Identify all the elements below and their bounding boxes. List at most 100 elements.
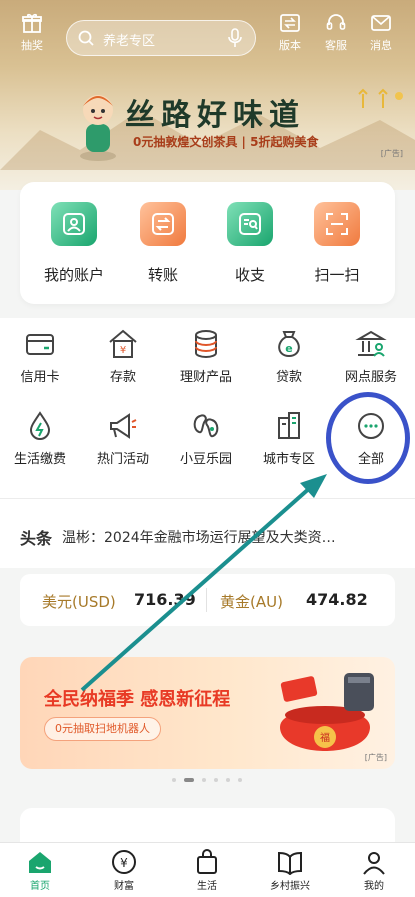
quick-action-label: 扫一扫: [314, 266, 360, 284]
headline-text: 温彬：2024年金融市场运行展望及大类资…: [62, 530, 336, 546]
nav-label: 生活: [197, 881, 217, 892]
service-label: 网点服务: [344, 370, 397, 385]
loan-icon: e: [278, 331, 300, 358]
lottery-label: 抽奖: [21, 39, 43, 52]
mail-icon: [371, 15, 391, 31]
banner-slogan: 丝路好味道: [125, 98, 305, 133]
lucky-bag-illustration: 福: [280, 673, 374, 751]
switch-version-icon: [280, 14, 300, 32]
profile-icon: [363, 852, 385, 875]
search-input[interactable]: 养老专区: [66, 20, 256, 56]
carousel-dot: [184, 778, 194, 782]
service-credit-card[interactable]: 信用卡: [0, 328, 80, 385]
promo-button[interactable]: 0元抽取扫地机器人: [44, 717, 161, 741]
nav-label: 首页: [30, 881, 50, 892]
service-wealth-product[interactable]: 理财产品: [166, 328, 246, 385]
nav-life[interactable]: 生活: [167, 849, 247, 892]
usd-value: 716.39: [134, 590, 196, 609]
service-loan[interactable]: e 贷款: [249, 328, 329, 385]
banner-subtitle: 0元抽敦煌文创茶具 | 5折起购美食: [133, 135, 319, 149]
lottery-button[interactable]: 抽奖: [12, 10, 52, 53]
account-icon: [51, 202, 97, 246]
nav-wealth[interactable]: ¥ 财富: [84, 849, 164, 892]
top-banner[interactable]: 抽奖 养老专区 版本 客服 消息 丝路好味道 0元抽敦煌文创茶具 | 5折起购美…: [0, 0, 415, 190]
scan-icon: [314, 202, 360, 246]
quick-action-label: 转账: [147, 266, 178, 284]
service-branch[interactable]: 网点服务: [331, 328, 411, 385]
service-hot-activities[interactable]: 热门活动: [83, 410, 163, 467]
headline-tag: 头条: [20, 529, 53, 548]
carousel-dot: [226, 778, 230, 782]
transfer-icon: [140, 202, 186, 246]
headline-news[interactable]: 头条 温彬：2024年金融市场运行展望及大类资…: [0, 498, 415, 568]
version-label: 版本: [279, 39, 301, 52]
banner-ad-text: 广告: [383, 149, 400, 158]
city-icon: [278, 412, 300, 439]
service-label: 存款: [109, 370, 136, 385]
branch-service-icon: [355, 330, 387, 357]
promo-ad-tag: [广告]: [364, 753, 387, 762]
gold-label: 黄金(AU): [220, 593, 283, 611]
svg-text:e: e: [285, 342, 292, 355]
service-city-zone[interactable]: 城市专区: [249, 410, 329, 467]
shopping-bag-icon: [197, 849, 217, 874]
microphone-icon[interactable]: [227, 28, 243, 48]
quick-action-scan[interactable]: 扫一扫: [297, 202, 377, 285]
svg-text:¥: ¥: [120, 345, 126, 356]
top-toolbar: 抽奖 养老专区 版本 客服 消息: [0, 10, 415, 58]
quick-action-label: 收支: [234, 266, 265, 284]
quick-action-transfer[interactable]: 转账: [123, 202, 203, 285]
quick-action-income-expense[interactable]: 收支: [210, 202, 290, 285]
carousel-dot: [172, 778, 176, 782]
carousel-dot: [238, 778, 242, 782]
highlight-circle: [326, 392, 410, 484]
book-icon: [278, 851, 302, 875]
search-icon: [78, 30, 94, 46]
carousel-dot: [202, 778, 206, 782]
service-label: 客服: [325, 39, 347, 52]
bean-park-icon: [193, 414, 219, 438]
nav-label: 我的: [364, 881, 384, 892]
nav-rural[interactable]: 乡村振兴: [250, 849, 330, 892]
nav-profile[interactable]: 我的: [334, 849, 414, 892]
customer-service-button[interactable]: 客服: [316, 10, 356, 53]
message-button[interactable]: 消息: [361, 10, 401, 53]
home-icon: [29, 852, 51, 873]
quick-actions-card: 我的账户 转账 收支 扫一扫: [20, 182, 395, 304]
usd-label: 美元(USD): [42, 593, 116, 611]
service-label: 信用卡: [20, 370, 60, 385]
promo-ad-text: 广告: [367, 753, 384, 762]
promo-banner[interactable]: 全民纳福季 感恩新征程 0元抽取扫地机器人 福 [广告]: [20, 657, 395, 769]
service-label: 热门活动: [96, 452, 149, 467]
service-label: 生活缴费: [13, 452, 66, 467]
banner-ad-tag: [广告]: [380, 149, 403, 158]
service-label: 贷款: [275, 370, 302, 385]
svg-text:福: 福: [320, 731, 330, 744]
mascot-illustration: [80, 95, 116, 161]
wealth-product-icon: [195, 330, 217, 358]
carousel-dot: [214, 778, 218, 782]
megaphone-icon: [110, 413, 137, 439]
service-deposit[interactable]: ¥ 存款: [83, 328, 163, 385]
service-label: 城市专区: [262, 452, 315, 467]
rates-card[interactable]: 美元(USD) 716.39 黄金(AU) 474.82: [20, 574, 395, 626]
service-label: 理财产品: [179, 370, 232, 385]
bill-payment-icon: [29, 411, 51, 440]
nav-home[interactable]: 首页: [0, 849, 80, 892]
message-label: 消息: [370, 39, 392, 52]
service-bean-park[interactable]: 小豆乐园: [166, 410, 246, 467]
search-placeholder: 养老专区: [103, 34, 156, 49]
promo-title: 全民纳福季 感恩新征程: [44, 689, 231, 710]
gift-icon: [22, 13, 42, 33]
service-bill-payment[interactable]: 生活缴费: [0, 410, 80, 467]
nav-label: 乡村振兴: [270, 881, 310, 892]
quick-action-my-account[interactable]: 我的账户: [34, 202, 114, 285]
rates-divider: [206, 588, 207, 612]
deposit-icon: ¥: [109, 329, 137, 358]
nav-label: 财富: [114, 881, 134, 892]
gold-value: 474.82: [306, 590, 368, 609]
version-button[interactable]: 版本: [270, 10, 310, 53]
service-label: 小豆乐园: [179, 452, 232, 467]
svg-text:¥: ¥: [120, 856, 128, 870]
quick-action-label: 我的账户: [43, 266, 104, 284]
